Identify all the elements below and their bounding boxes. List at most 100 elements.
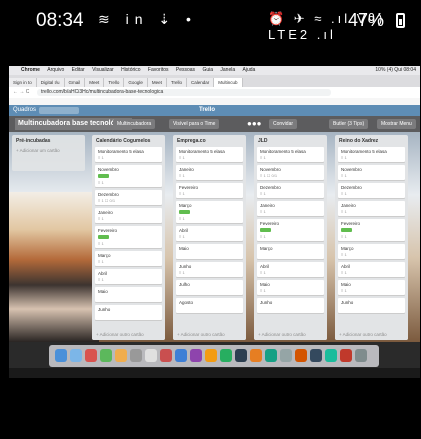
list-title[interactable]: Calendário Cogumelos bbox=[92, 135, 165, 147]
card[interactable]: Março bbox=[257, 244, 324, 259]
card[interactable]: Fevereiro ≡ 1 bbox=[338, 219, 405, 241]
dock-app-icon[interactable] bbox=[55, 349, 67, 362]
card[interactable]: Março ≡ 1 bbox=[95, 251, 162, 266]
menu-pessoas[interactable]: Pessoas bbox=[176, 67, 195, 73]
dock-app-icon[interactable] bbox=[235, 349, 247, 362]
dock-app-icon[interactable] bbox=[265, 349, 277, 362]
card[interactable]: Junho ≡ 1 bbox=[176, 262, 243, 277]
card[interactable]: Junho bbox=[257, 298, 324, 313]
dock-app-icon[interactable] bbox=[220, 349, 232, 362]
dock-app-icon[interactable] bbox=[85, 349, 97, 362]
list-title[interactable]: Emprega.co bbox=[173, 135, 246, 147]
dock-app-icon[interactable] bbox=[250, 349, 262, 362]
menu-favoritos[interactable]: Favoritos bbox=[148, 67, 169, 73]
visibility-button[interactable]: Visível para o Time bbox=[169, 119, 220, 129]
browser-tab[interactable]: Meet bbox=[147, 78, 167, 87]
browser-tab[interactable]: Sign in to bbox=[9, 78, 37, 87]
list-title[interactable]: Reino do Xadrez bbox=[335, 135, 408, 147]
dock-app-icon[interactable] bbox=[175, 349, 187, 362]
menu-ajuda[interactable]: Ajuda bbox=[243, 67, 256, 73]
boards-button[interactable]: Quadros bbox=[13, 105, 36, 116]
card[interactable]: Junho bbox=[95, 305, 162, 320]
browser-tab[interactable]: Gmail bbox=[64, 78, 86, 87]
card[interactable]: Dezembro ≡ 1 bbox=[257, 183, 324, 198]
browser-tab[interactable]: Trello bbox=[166, 78, 188, 87]
dock-app-icon[interactable] bbox=[295, 349, 307, 362]
card[interactable]: Novembro ≡ 1 ☐ 0/1 bbox=[257, 165, 324, 180]
url-field[interactable]: trello.com/b/aHCi3Hc/multincubadora-base… bbox=[37, 89, 331, 96]
card[interactable]: Maio bbox=[176, 244, 243, 259]
card[interactable]: Fevereiro ≡ 1 bbox=[95, 226, 162, 248]
card[interactable]: Janeiro ≡ 1 bbox=[338, 201, 405, 216]
browser-tab[interactable]: Trello bbox=[104, 78, 125, 87]
dock-app-icon[interactable] bbox=[310, 349, 322, 362]
card[interactable]: Julho bbox=[176, 280, 243, 295]
menu-visualizar[interactable]: Visualizar bbox=[92, 67, 114, 73]
card[interactable]: Novembro ≡ 1 bbox=[338, 165, 405, 180]
show-menu-button[interactable]: Mostrar Menu bbox=[377, 119, 416, 129]
card[interactable]: Monitoramento 5 elasa ≡ 1 bbox=[338, 147, 405, 162]
trello-logo[interactable]: Trello bbox=[199, 105, 215, 116]
menu-historico[interactable]: Histórico bbox=[121, 67, 140, 73]
menu-editar[interactable]: Editar bbox=[72, 67, 85, 73]
card[interactable]: Maio ≡ 1 bbox=[338, 280, 405, 295]
browser-tab-bar: Sign in to Digital I/u Gmail Meet Trello Goog… bbox=[9, 75, 420, 87]
card[interactable]: Dezembro ≡ 1 ☐ 0/1 bbox=[95, 190, 162, 205]
card[interactable]: Fevereiro ≡ 1 bbox=[257, 219, 324, 241]
add-card-button[interactable]: + Adicionar outro cartão bbox=[92, 330, 165, 340]
card[interactable]: Maio bbox=[95, 287, 162, 302]
card[interactable]: Monitoramento 5 elasa ≡ 1 bbox=[95, 147, 162, 162]
card[interactable]: Janeiro ≡ 1 bbox=[95, 208, 162, 223]
card[interactable]: Janeiro ≡ 1 bbox=[257, 201, 324, 216]
add-card-button[interactable]: + Adicionar outro cartão bbox=[335, 330, 408, 340]
card[interactable]: Maio ≡ 1 bbox=[257, 280, 324, 295]
card[interactable]: Abril ≡ 1 bbox=[257, 262, 324, 277]
dock-app-icon[interactable] bbox=[325, 349, 337, 362]
team-button[interactable]: Multincubadora bbox=[113, 119, 156, 129]
dock-app-icon[interactable] bbox=[115, 349, 127, 362]
menu-chrome[interactable]: Chrome bbox=[21, 67, 40, 73]
list-title[interactable]: Pré-incubadas bbox=[12, 135, 85, 147]
card[interactable]: Monitoramento 5 elasa ≡ 1 bbox=[257, 147, 324, 162]
dock-app-icon[interactable] bbox=[340, 349, 352, 362]
dock-app-icon[interactable] bbox=[280, 349, 292, 362]
card-title: Março bbox=[179, 203, 192, 208]
dock-app-icon[interactable] bbox=[145, 349, 157, 362]
card[interactable]: Abril ≡ 1 bbox=[95, 269, 162, 284]
dock-app-icon[interactable] bbox=[160, 349, 172, 362]
trello-search-input[interactable] bbox=[39, 107, 79, 114]
browser-tab[interactable]: Digital I/u bbox=[36, 78, 65, 87]
menu-guia[interactable]: Guia bbox=[202, 67, 213, 73]
dock-app-icon[interactable] bbox=[205, 349, 217, 362]
dock-app-icon[interactable] bbox=[100, 349, 112, 362]
card[interactable]: Março ≡ 1 bbox=[338, 244, 405, 259]
browser-tab[interactable]: Meet bbox=[85, 78, 105, 87]
browser-tab[interactable]: Calendar bbox=[187, 78, 215, 87]
card[interactable]: Março ≡ 1 bbox=[176, 201, 243, 223]
card[interactable]: Abril ≡ 1 bbox=[338, 262, 405, 277]
card[interactable]: Abril ≡ 1 bbox=[176, 226, 243, 241]
card[interactable]: Junho bbox=[338, 298, 405, 313]
nav-arrows-icon[interactable]: ← → C bbox=[13, 87, 29, 98]
list-title[interactable]: JLD bbox=[254, 135, 327, 147]
invite-button[interactable]: Convidar bbox=[269, 119, 298, 129]
dock-app-icon[interactable] bbox=[130, 349, 142, 362]
card[interactable]: Novembro ≡ 1 bbox=[95, 165, 162, 187]
browser-tab-active[interactable]: Multincub bbox=[214, 78, 243, 87]
menu-janela[interactable]: Janela bbox=[220, 67, 235, 73]
menu-arquivo[interactable]: Arquivo bbox=[47, 67, 64, 73]
member-avatars[interactable]: ●●● bbox=[247, 119, 262, 129]
add-card-button[interactable]: + Adicionar outro cartão bbox=[254, 330, 327, 340]
add-card-button[interactable]: + Adicionar um cartão bbox=[12, 147, 85, 154]
card[interactable]: Agosto bbox=[176, 298, 243, 313]
dock-app-icon[interactable] bbox=[355, 349, 367, 362]
card[interactable]: Monitoramento 5 elasa ≡ 1 bbox=[176, 147, 243, 162]
browser-tab[interactable]: Google bbox=[124, 78, 148, 87]
card[interactable]: Janeiro ≡ 1 bbox=[176, 165, 243, 180]
butler-button[interactable]: Butler (3 Tips) bbox=[329, 119, 369, 129]
dock-app-icon[interactable] bbox=[190, 349, 202, 362]
card[interactable]: Dezembro ≡ 1 bbox=[338, 183, 405, 198]
card[interactable]: Fevereiro ≡ 1 bbox=[176, 183, 243, 198]
add-card-button[interactable]: + Adicionar outro cartão bbox=[173, 330, 246, 340]
dock-app-icon[interactable] bbox=[70, 349, 82, 362]
